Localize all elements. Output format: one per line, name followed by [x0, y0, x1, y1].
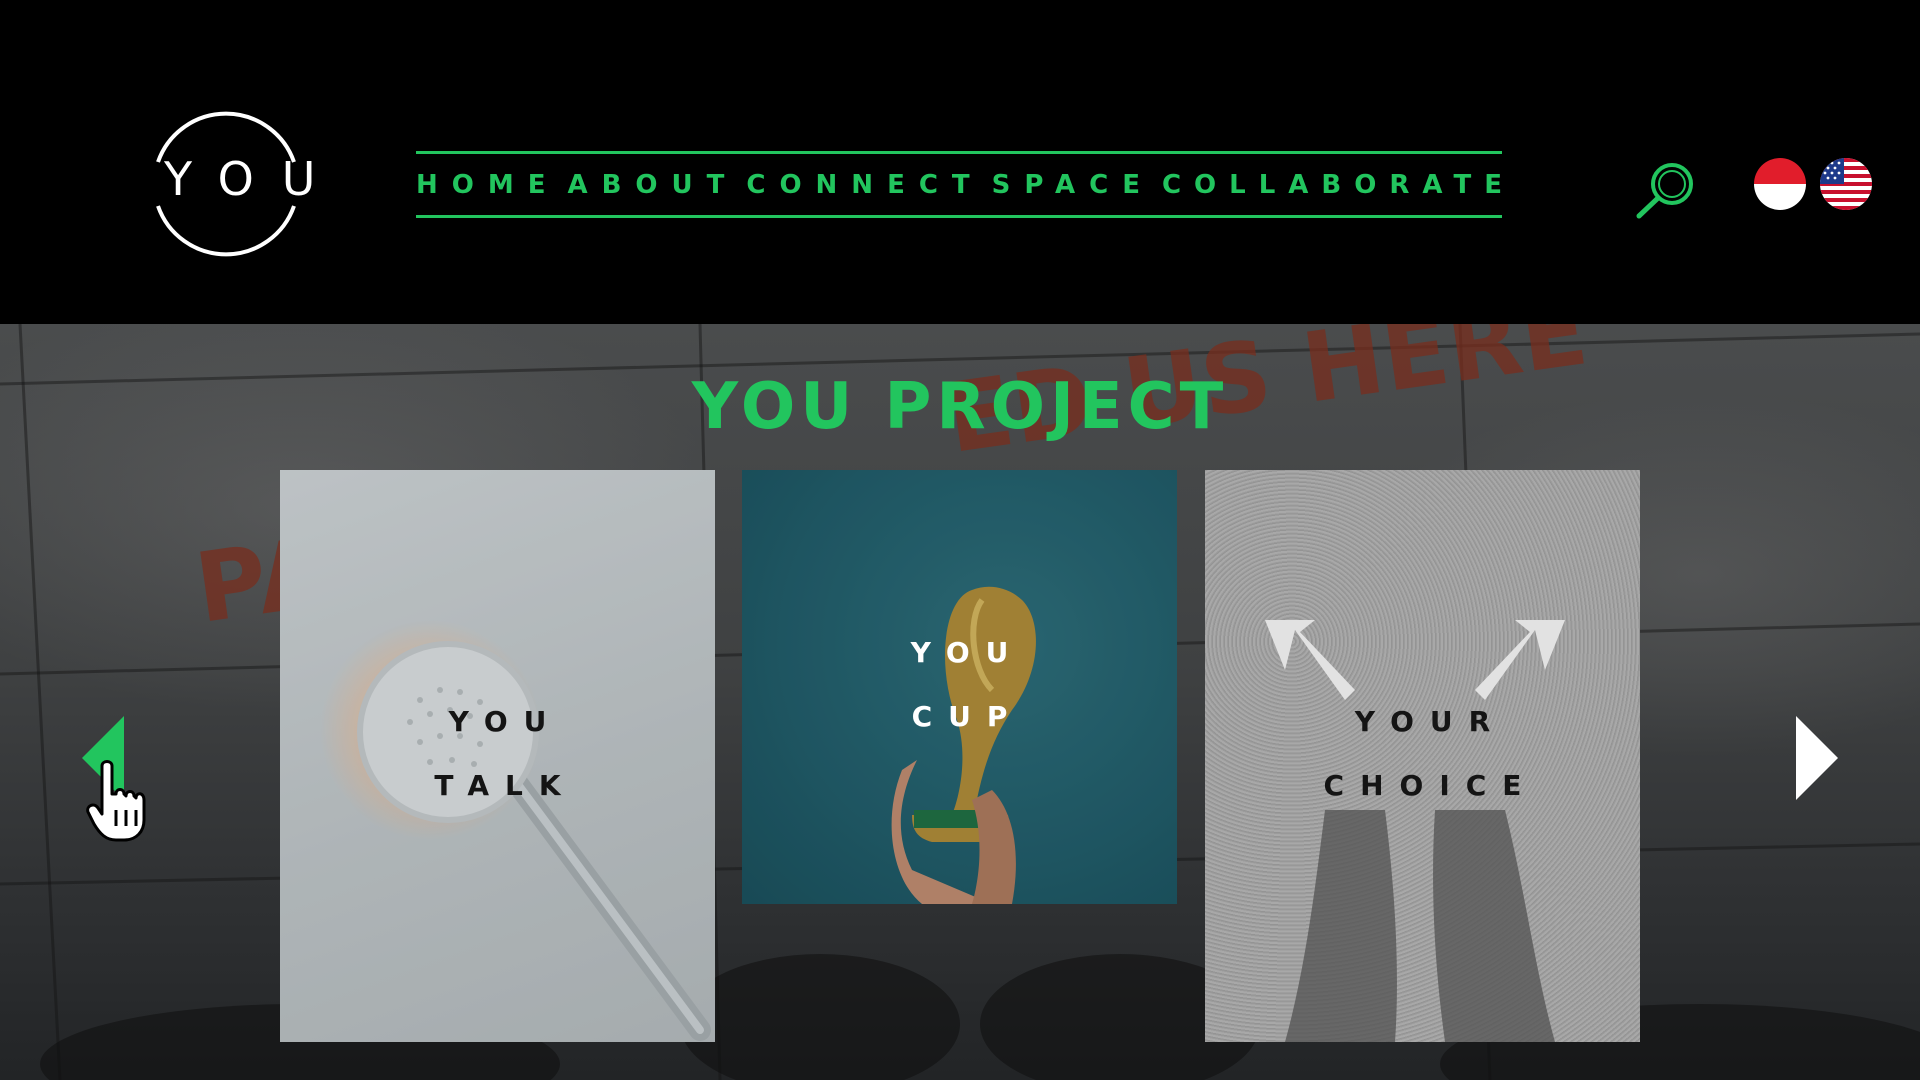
hero-section: PA ED US HERE YOU PROJECT YOU TALK YOU C… [0, 324, 1920, 1080]
card-label-line1: YOU [910, 636, 1025, 669]
arrows-image [1205, 470, 1640, 1042]
carousel-next-button[interactable] [1796, 716, 1840, 805]
nav-home[interactable]: HOME [416, 170, 560, 200]
nav-connect[interactable]: CONNECT [746, 170, 983, 200]
hand-cursor-icon [86, 760, 148, 847]
nav-space[interactable]: SPACE [992, 170, 1154, 200]
hero-title: YOU PROJECT [691, 370, 1229, 444]
card-you-cup[interactable]: YOU CUP [742, 470, 1177, 904]
trophy-image [742, 470, 1177, 904]
site-header: YOU HOME ABOUT CONNECT SPACE COLLABORATE [0, 0, 1920, 324]
logo-text: YOU [164, 152, 344, 206]
nav-about[interactable]: ABOUT [567, 170, 738, 200]
logo[interactable]: YOU [136, 106, 316, 262]
us-flag-icon[interactable] [1820, 158, 1872, 210]
microphone-image [280, 470, 715, 1042]
card-label-line1: YOUR [1354, 705, 1507, 738]
card-label-line2: TALK [434, 769, 577, 802]
card-you-talk[interactable]: YOU TALK [280, 470, 715, 1042]
page: YOU HOME ABOUT CONNECT SPACE COLLABORATE [0, 0, 1920, 1080]
indonesia-flag-icon[interactable] [1754, 158, 1806, 210]
search-icon [1636, 163, 1693, 219]
card-label-line1: YOU [448, 705, 563, 738]
main-nav: HOME ABOUT CONNECT SPACE COLLABORATE [416, 151, 1502, 218]
card-label-line2: CUP [911, 700, 1024, 733]
card-label-line2: CHOICE [1323, 769, 1538, 802]
arrow-right-icon [1796, 716, 1838, 800]
nav-collaborate[interactable]: COLLABORATE [1162, 170, 1515, 200]
search-button[interactable] [1634, 160, 1698, 220]
card-your-choice[interactable]: YOUR CHOICE [1205, 470, 1640, 1042]
